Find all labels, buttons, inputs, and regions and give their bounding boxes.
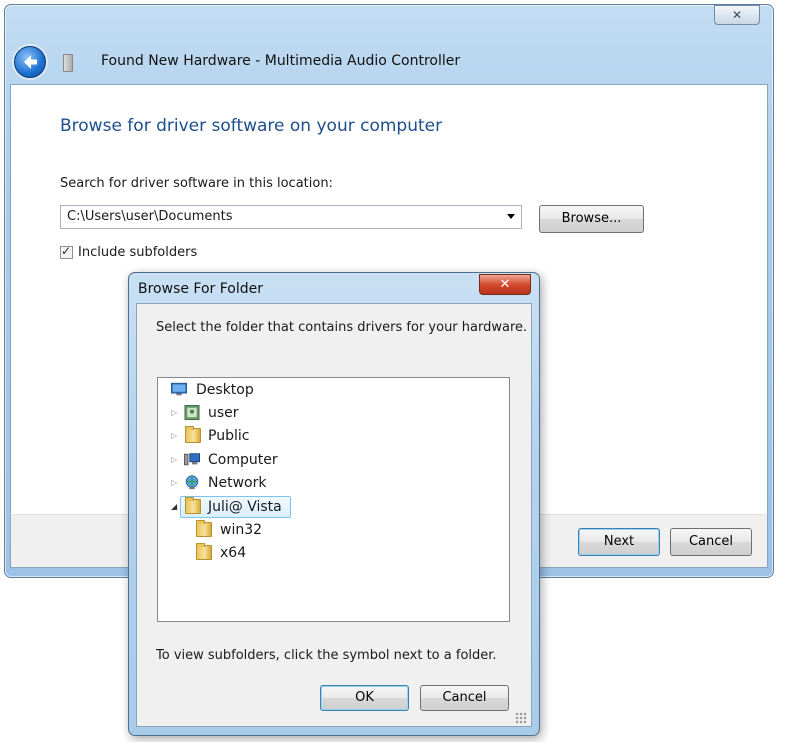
tree-item-label[interactable]: Computer <box>208 450 278 470</box>
path-combobox-value[interactable]: C:\Users\user\Documents <box>67 209 232 224</box>
tree-item-label[interactable]: Juli@ Vista <box>208 497 282 517</box>
window-title: Found New Hardware - Multimedia Audio Co… <box>101 53 461 69</box>
wizard-close-button[interactable]: ✕ <box>714 5 760 25</box>
network-icon <box>185 475 199 490</box>
tree-item-label[interactable]: Desktop <box>196 380 254 400</box>
folder-icon <box>185 497 201 514</box>
expand-arrow-icon[interactable]: ▷ <box>171 450 181 470</box>
tree-item-desktop[interactable]: Desktop <box>171 380 291 400</box>
page-heading: Browse for driver software on your compu… <box>60 116 443 136</box>
include-subfolders-label[interactable]: Include subfolders <box>78 245 197 260</box>
cancel-button[interactable]: Cancel <box>670 528 752 556</box>
dialog-title: Browse For Folder <box>138 281 264 297</box>
resize-grip[interactable] <box>515 712 527 724</box>
tree-item-computer[interactable]: ▷ Computer <box>171 450 291 470</box>
tree-item-label[interactable]: x64 <box>220 543 246 563</box>
back-arrow-icon <box>24 55 37 69</box>
user-folder-icon <box>184 405 200 420</box>
dialog-hint-text: To view subfolders, click the symbol nex… <box>156 648 497 663</box>
folder-icon <box>196 543 212 560</box>
tree-item-label[interactable]: user <box>208 403 239 423</box>
tree-item-juli-vista[interactable]: ◢ Juli@ Vista <box>171 497 291 517</box>
tree-item-user[interactable]: ▷ user <box>171 403 291 423</box>
path-combobox[interactable]: C:\Users\user\Documents <box>60 205 522 229</box>
tree-item-public[interactable]: ▷ Public <box>171 426 291 446</box>
tree-item-network[interactable]: ▷ Network <box>171 473 291 493</box>
hardware-device-icon <box>63 54 73 72</box>
desktop-icon <box>171 382 187 396</box>
expand-arrow-icon[interactable]: ▷ <box>171 473 181 493</box>
tree-item-label[interactable]: Public <box>208 426 249 446</box>
tree-item-label[interactable]: win32 <box>220 520 262 540</box>
computer-icon <box>184 453 200 466</box>
folder-icon <box>196 520 212 537</box>
search-location-label: Search for driver software in this locat… <box>60 176 333 191</box>
dropdown-arrow-icon[interactable] <box>507 214 515 219</box>
collapse-arrow-icon[interactable]: ◢ <box>171 497 181 517</box>
dialog-cancel-button[interactable]: Cancel <box>420 685 509 711</box>
expand-arrow-icon[interactable]: ▷ <box>171 403 181 423</box>
expand-arrow-icon[interactable]: ▷ <box>171 426 181 446</box>
ok-button[interactable]: OK <box>320 685 409 711</box>
tree-item-x64[interactable]: x64 <box>196 543 296 563</box>
dialog-close-button[interactable]: ✕ <box>479 274 531 295</box>
tree-item-label[interactable]: Network <box>208 473 266 493</box>
browse-button[interactable]: Browse... <box>539 205 644 233</box>
folder-icon <box>185 426 201 443</box>
tree-item-win32[interactable]: win32 <box>196 520 296 540</box>
back-button[interactable] <box>14 46 46 78</box>
next-button[interactable]: Next <box>578 528 660 556</box>
dialog-instruction: Select the folder that contains drivers … <box>156 320 528 335</box>
include-subfolders-checkbox[interactable] <box>60 244 73 259</box>
